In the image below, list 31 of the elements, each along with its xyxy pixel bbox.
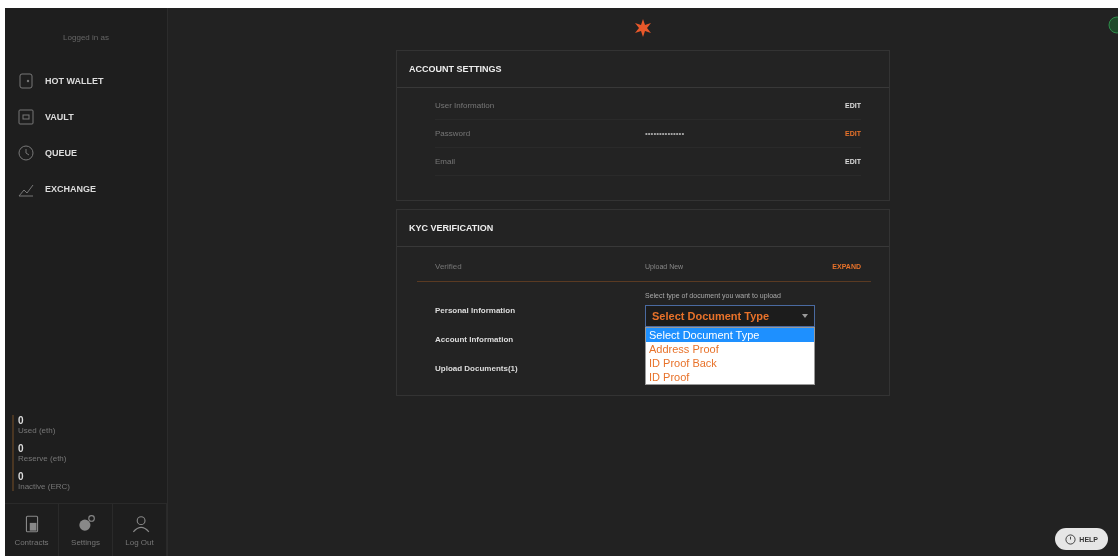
caret-icon [802, 314, 808, 318]
sidebar-button[interactable]: Settings [59, 504, 113, 556]
stat-value: 0 [18, 471, 25, 482]
stat-label: Inactive (ERC) [18, 482, 71, 491]
vault-icon [17, 108, 35, 126]
stat-label: Used (eth) [18, 426, 57, 435]
stat-value: 0 [18, 415, 25, 426]
setting-label: User Information [435, 101, 496, 110]
nav-item[interactable]: VAULT [17, 108, 167, 126]
card-title: KYC VERIFICATION [397, 210, 889, 247]
nav-item[interactable]: EXCHANGE [17, 180, 167, 198]
clock-icon [17, 144, 35, 162]
setting-label: Password [435, 129, 472, 138]
step-link[interactable]: Personal Information [435, 306, 645, 315]
card-title: ACCOUNT SETTINGS [397, 51, 889, 88]
dropdown-option[interactable]: Select Document Type [646, 328, 814, 342]
star-logo-icon [633, 18, 653, 38]
nav-item[interactable]: HOT WALLET [17, 72, 167, 90]
sidebar-button[interactable]: Contracts [5, 504, 59, 556]
setting-label: Email [435, 157, 456, 166]
stat-label: Reserve (eth) [18, 454, 68, 463]
status-label: Verified [435, 261, 463, 271]
sidebar-button[interactable]: Log Out [113, 504, 167, 556]
nav-item[interactable]: QUEUE [17, 144, 167, 162]
power-icon [1065, 533, 1077, 545]
password-value: •••••••••••••• [645, 129, 686, 138]
document-type-select[interactable]: Select Document Type [645, 305, 815, 327]
stat-value: 0 [18, 443, 25, 454]
step-link[interactable]: Upload Documents(1) [435, 364, 645, 373]
wallet-icon [17, 72, 35, 90]
step-link[interactable]: Account Information [435, 335, 645, 344]
